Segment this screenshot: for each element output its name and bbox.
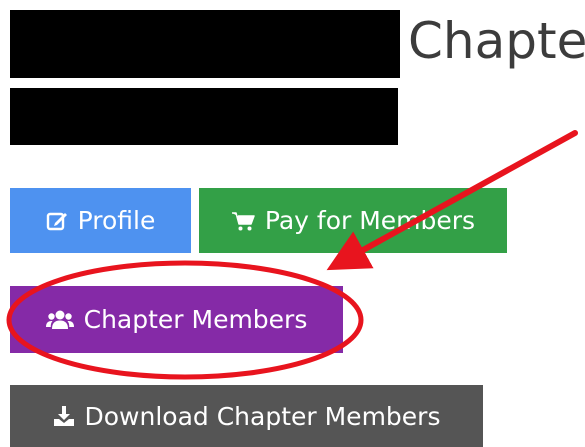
chapter-members-button[interactable]: Chapter Members (10, 286, 343, 353)
profile-button-label: Profile (77, 206, 156, 235)
page-title-suffix: Chapter (408, 12, 585, 70)
pay-for-members-button[interactable]: Pay for Members (199, 188, 507, 253)
chapter-members-label: Chapter Members (83, 305, 308, 334)
redacted-subtitle-block (10, 88, 398, 145)
cart-icon (231, 210, 255, 232)
profile-button[interactable]: Profile (10, 188, 191, 253)
redacted-name-block (10, 10, 400, 78)
download-icon (53, 405, 75, 427)
users-icon (45, 309, 74, 331)
download-chapter-members-label: Download Chapter Members (84, 401, 441, 431)
pay-for-members-label: Pay for Members (264, 206, 476, 235)
edit-icon (46, 210, 68, 232)
download-chapter-members-button[interactable]: Download Chapter Members (10, 385, 483, 447)
